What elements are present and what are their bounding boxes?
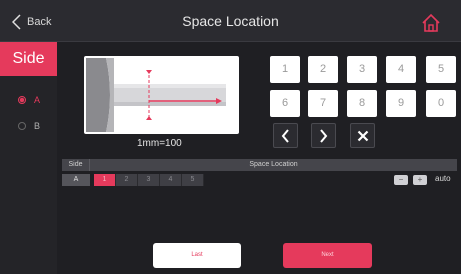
side-column-header: Side — [62, 159, 90, 171]
cursor-right-button[interactable] — [311, 123, 336, 148]
location-slot-1[interactable]: 1 — [94, 174, 116, 186]
radio-b[interactable] — [18, 122, 26, 130]
close-icon — [357, 130, 368, 142]
key-5[interactable]: 5 — [426, 56, 456, 83]
side-title: Side — [0, 42, 57, 76]
key-9[interactable]: 9 — [386, 90, 416, 117]
key-6[interactable]: 6 — [270, 90, 300, 117]
side-option-a[interactable]: A — [18, 95, 40, 105]
key-7[interactable]: 7 — [308, 90, 338, 117]
next-button[interactable]: Next — [283, 243, 372, 268]
side-option-label: B — [34, 121, 41, 131]
location-table-header: Side Space Location — [62, 159, 457, 171]
row-side: A — [62, 174, 90, 186]
key-0[interactable]: 0 — [426, 90, 456, 117]
clear-button[interactable] — [350, 123, 375, 148]
location-column-header: Space Location — [249, 161, 298, 168]
side-selector: Side A B — [0, 42, 57, 274]
cursor-left-button[interactable] — [273, 123, 298, 148]
home-icon — [422, 13, 440, 32]
key-3[interactable]: 3 — [347, 56, 377, 83]
key-2[interactable]: 2 — [308, 56, 338, 83]
chevron-left-icon — [281, 129, 289, 143]
auto-button[interactable]: auto — [435, 174, 451, 183]
increment-button[interactable]: + — [413, 175, 427, 185]
home-button[interactable] — [420, 12, 442, 34]
location-slot-2[interactable]: 2 — [116, 174, 138, 186]
location-slot-5[interactable]: 5 — [182, 174, 204, 186]
last-button[interactable]: Last — [153, 243, 241, 268]
key-1[interactable]: 1 — [270, 56, 300, 83]
decrement-button[interactable]: − — [394, 175, 408, 185]
scale-label: 1mm=100 — [137, 138, 182, 149]
key-4[interactable]: 4 — [386, 56, 416, 83]
location-slot-3[interactable]: 3 — [138, 174, 160, 186]
side-option-b[interactable]: B — [18, 121, 40, 131]
side-option-label: A — [34, 95, 41, 105]
page-title: Space Location — [182, 13, 279, 29]
radio-a[interactable] — [18, 96, 26, 104]
top-bar: Back Space Location — [0, 0, 461, 42]
key-8[interactable]: 8 — [347, 90, 377, 117]
workpiece-diagram — [86, 58, 226, 132]
chevron-right-icon — [320, 129, 328, 143]
position-diagram — [84, 56, 239, 134]
location-slot-4[interactable]: 4 — [160, 174, 182, 186]
